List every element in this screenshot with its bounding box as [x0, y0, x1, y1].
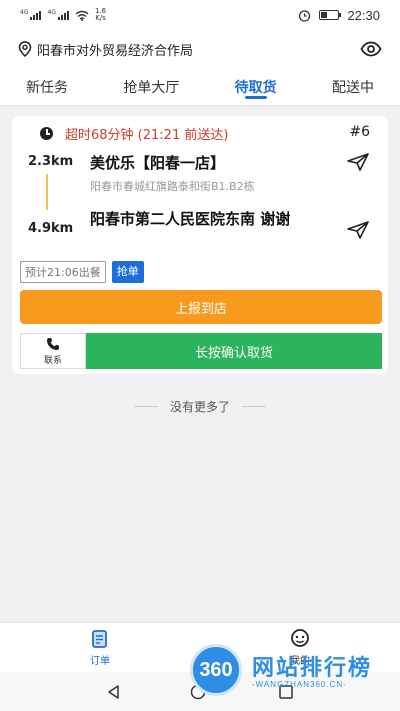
location-pin-icon [18, 41, 32, 57]
sim1-label: 4G [20, 9, 29, 16]
navigate-store-icon[interactable] [346, 152, 370, 172]
navigate-dropoff-icon[interactable] [346, 220, 370, 240]
contact-button[interactable]: 联系 [20, 333, 86, 369]
report-arrival-button[interactable]: 上报到店 [20, 290, 382, 324]
store-address: 阳春市春城红旗路泰和街B1.B2栋 [90, 180, 255, 193]
clock-time: 22:30 [347, 7, 380, 23]
wifi-icon [75, 10, 89, 21]
tab-new-tasks[interactable]: 新任务 [26, 68, 68, 105]
status-right: 22:30 [298, 8, 380, 23]
tab-delivering[interactable]: 配送中 [332, 68, 374, 105]
list-end-indicator: 没有更多了 [0, 398, 400, 415]
watermark: 360 网站排行榜 -WANGZHAN360.CN- [190, 640, 400, 700]
battery-icon [319, 10, 342, 20]
sim2-label: 4G [47, 9, 56, 16]
speed-unit: K/s [95, 14, 106, 22]
deadline-row: 超时68分钟 (21:21 前送达) [40, 124, 228, 143]
overtime-text: 超时68分钟 (21:21 前送达) [65, 128, 229, 143]
dropoff-distance: 4.9km [28, 221, 74, 236]
orders-icon [92, 630, 107, 648]
estimate-tag: 预计21:06出餐 [20, 261, 106, 283]
contact-label: 联系 [43, 355, 62, 366]
dropoff-name: 阳春市第二人民医院东南 谢谢 [90, 210, 291, 228]
status-bar: 4G 4G 1.6 K/s 22:30 [0, 0, 400, 30]
app-header: 阳春市对外贸易经济合作局 [0, 30, 400, 68]
watermark-logo: 360 [190, 644, 242, 696]
divider [133, 406, 158, 407]
nav-orders-label: 订单 [90, 656, 110, 667]
back-icon[interactable] [106, 684, 122, 700]
pickup-distance: 2.3km [28, 154, 74, 169]
eye-icon[interactable] [360, 41, 382, 57]
clock-icon [40, 127, 53, 140]
grab-tag: 抢单 [111, 261, 144, 283]
watermark-subtitle: -WANGZHAN360.CN- [252, 680, 347, 689]
tab-grab-hall[interactable]: 抢单大厅 [123, 68, 179, 105]
order-card[interactable]: 超时68分钟 (21:21 前送达) #6 2.3km 美优乐【阳春一店】 阳春… [12, 116, 388, 374]
route-connector [46, 174, 48, 210]
current-location[interactable]: 阳春市对外贸易经济合作局 [37, 40, 193, 59]
nav-orders[interactable]: 订单 [70, 629, 130, 667]
tab-awaiting-pickup[interactable]: 待取货 [235, 68, 277, 105]
status-left: 4G 4G 1.6 K/s [20, 8, 106, 22]
network-speed: 1.6 K/s [95, 8, 106, 22]
order-tags: 预计21:06出餐 抢单 [20, 261, 144, 283]
signal-icon-sim2: 4G [47, 9, 69, 20]
confirm-pickup-button[interactable]: 长按确认取货 [86, 333, 382, 369]
signal-icon-sim1: 4G [20, 9, 42, 20]
phone-icon [47, 337, 59, 350]
order-number: #6 [349, 124, 370, 140]
divider [242, 406, 266, 407]
alarm-icon [299, 9, 311, 22]
list-end-text: 没有更多了 [169, 400, 230, 414]
watermark-title: 网站排行榜 [252, 656, 373, 681]
store-name: 美优乐【阳春一店】 [90, 154, 226, 172]
order-tabs: 新任务 抢单大厅 待取货 配送中 [0, 68, 400, 106]
